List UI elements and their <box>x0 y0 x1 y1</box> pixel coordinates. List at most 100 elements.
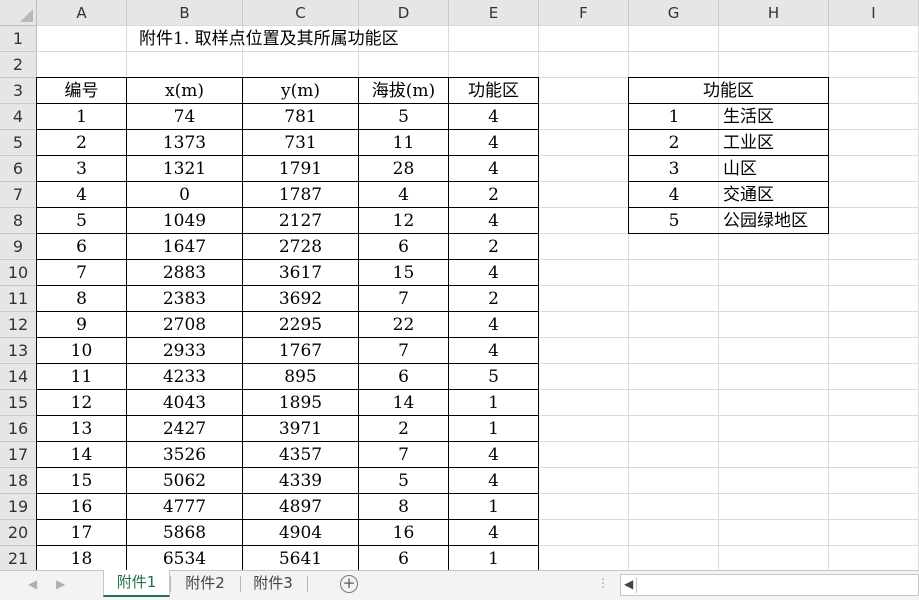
table-cell[interactable]: 2933 <box>126 337 243 364</box>
table-cell[interactable]: 16 <box>36 493 127 520</box>
table-header-cell[interactable]: x(m) <box>126 77 243 104</box>
table-cell[interactable]: 1049 <box>126 207 243 234</box>
table-cell[interactable]: 16 <box>358 519 449 546</box>
table-cell[interactable]: 28 <box>358 155 449 182</box>
table-cell[interactable]: 3 <box>36 155 127 182</box>
row-header-11[interactable]: 11 <box>0 286 37 312</box>
table-cell[interactable]: 15 <box>358 259 449 286</box>
table-cell[interactable]: 22 <box>358 311 449 338</box>
table-cell[interactable]: 4 <box>448 519 539 546</box>
table-cell[interactable]: 2295 <box>242 311 359 338</box>
table-header-cell[interactable]: 海拔(m) <box>358 77 449 104</box>
table-header-cell[interactable]: y(m) <box>242 77 359 104</box>
column-header-b[interactable]: B <box>127 0 243 26</box>
table-cell[interactable]: 1767 <box>242 337 359 364</box>
table-cell[interactable]: 4339 <box>242 467 359 494</box>
table-cell[interactable]: 7 <box>358 441 449 468</box>
row-header-17[interactable]: 17 <box>0 442 37 468</box>
legend-code-cell[interactable]: 1 <box>628 103 719 130</box>
sheet-tab-1[interactable]: 附件1 <box>103 570 170 597</box>
table-cell[interactable]: 4233 <box>126 363 243 390</box>
row-header-3[interactable]: 3 <box>0 78 37 104</box>
table-cell[interactable]: 10 <box>36 337 127 364</box>
table-cell[interactable]: 11 <box>358 129 449 156</box>
horizontal-scrollbar[interactable]: ◀ <box>620 574 919 596</box>
table-cell[interactable]: 2 <box>358 415 449 442</box>
table-cell[interactable]: 6 <box>358 545 449 570</box>
table-cell[interactable]: 4904 <box>242 519 359 546</box>
table-header-cell[interactable]: 功能区 <box>448 77 539 104</box>
table-cell[interactable]: 15 <box>36 467 127 494</box>
row-header-6[interactable]: 6 <box>0 156 37 182</box>
row-header-21[interactable]: 21 <box>0 546 37 570</box>
legend-name-cell[interactable]: 公园绿地区 <box>719 207 829 234</box>
row-header-2[interactable]: 2 <box>0 52 37 78</box>
table-cell[interactable]: 5868 <box>126 519 243 546</box>
legend-code-cell[interactable]: 3 <box>628 155 719 182</box>
table-cell[interactable]: 8 <box>358 493 449 520</box>
table-cell[interactable]: 1373 <box>126 129 243 156</box>
table-cell[interactable]: 6 <box>36 233 127 260</box>
table-cell[interactable]: 2883 <box>126 259 243 286</box>
table-cell[interactable]: 3526 <box>126 441 243 468</box>
table-cell[interactable]: 5 <box>358 467 449 494</box>
legend-name-cell[interactable]: 工业区 <box>719 129 829 156</box>
legend-name-cell[interactable]: 生活区 <box>719 103 829 130</box>
table-cell[interactable]: 1 <box>448 415 539 442</box>
table-cell[interactable]: 4 <box>448 103 539 130</box>
table-cell[interactable]: 4 <box>448 129 539 156</box>
legend-code-cell[interactable]: 5 <box>628 207 719 234</box>
table-cell[interactable]: 14 <box>358 389 449 416</box>
table-cell[interactable]: 4 <box>448 155 539 182</box>
table-cell[interactable]: 2 <box>448 285 539 312</box>
table-cell[interactable]: 9 <box>36 311 127 338</box>
table-cell[interactable]: 4 <box>448 441 539 468</box>
column-header-h[interactable]: H <box>719 0 829 26</box>
table-cell[interactable]: 74 <box>126 103 243 130</box>
table-cell[interactable]: 4 <box>448 311 539 338</box>
row-header-1[interactable]: 1 <box>0 26 37 52</box>
table-cell[interactable]: 2708 <box>126 311 243 338</box>
sheet-tab-3[interactable]: 附件3 <box>240 571 306 596</box>
table-cell[interactable]: 4 <box>448 337 539 364</box>
table-cell[interactable]: 4897 <box>242 493 359 520</box>
table-cell[interactable]: 4 <box>448 467 539 494</box>
table-cell[interactable]: 1895 <box>242 389 359 416</box>
row-header-12[interactable]: 12 <box>0 312 37 338</box>
table-cell[interactable]: 0 <box>126 181 243 208</box>
column-header-d[interactable]: D <box>359 0 449 26</box>
column-header-i[interactable]: I <box>829 0 919 26</box>
table-cell[interactable]: 3617 <box>242 259 359 286</box>
row-header-15[interactable]: 15 <box>0 390 37 416</box>
table-cell[interactable]: 12 <box>358 207 449 234</box>
next-sheet-icon[interactable]: ▶ <box>56 577 65 591</box>
table-cell[interactable]: 3692 <box>242 285 359 312</box>
table-cell[interactable]: 18 <box>36 545 127 570</box>
table-cell[interactable]: 4 <box>358 181 449 208</box>
table-cell[interactable]: 731 <box>242 129 359 156</box>
table-cell[interactable]: 6534 <box>126 545 243 570</box>
prev-sheet-icon[interactable]: ◀ <box>28 577 37 591</box>
table-cell[interactable]: 7 <box>358 285 449 312</box>
row-header-8[interactable]: 8 <box>0 208 37 234</box>
row-header-7[interactable]: 7 <box>0 182 37 208</box>
scroll-left-icon[interactable]: ◀ <box>624 577 633 591</box>
table-cell[interactable]: 781 <box>242 103 359 130</box>
column-header-a[interactable]: A <box>37 0 127 26</box>
table-cell[interactable]: 1 <box>448 389 539 416</box>
tab-splitter-handle[interactable]: ⋮ <box>597 576 609 590</box>
legend-code-cell[interactable]: 4 <box>628 181 719 208</box>
table-cell[interactable]: 5062 <box>126 467 243 494</box>
row-header-18[interactable]: 18 <box>0 468 37 494</box>
table-cell[interactable]: 5641 <box>242 545 359 570</box>
sheet-tab-2[interactable]: 附件2 <box>170 571 240 596</box>
table-cell[interactable]: 14 <box>36 441 127 468</box>
row-header-13[interactable]: 13 <box>0 338 37 364</box>
table-cell[interactable]: 5 <box>448 363 539 390</box>
table-cell[interactable]: 7 <box>36 259 127 286</box>
table-cell[interactable]: 2728 <box>242 233 359 260</box>
table-cell[interactable]: 6 <box>358 233 449 260</box>
table-cell[interactable]: 2 <box>448 181 539 208</box>
table-cell[interactable]: 2 <box>36 129 127 156</box>
legend-header[interactable]: 功能区 <box>628 77 829 104</box>
